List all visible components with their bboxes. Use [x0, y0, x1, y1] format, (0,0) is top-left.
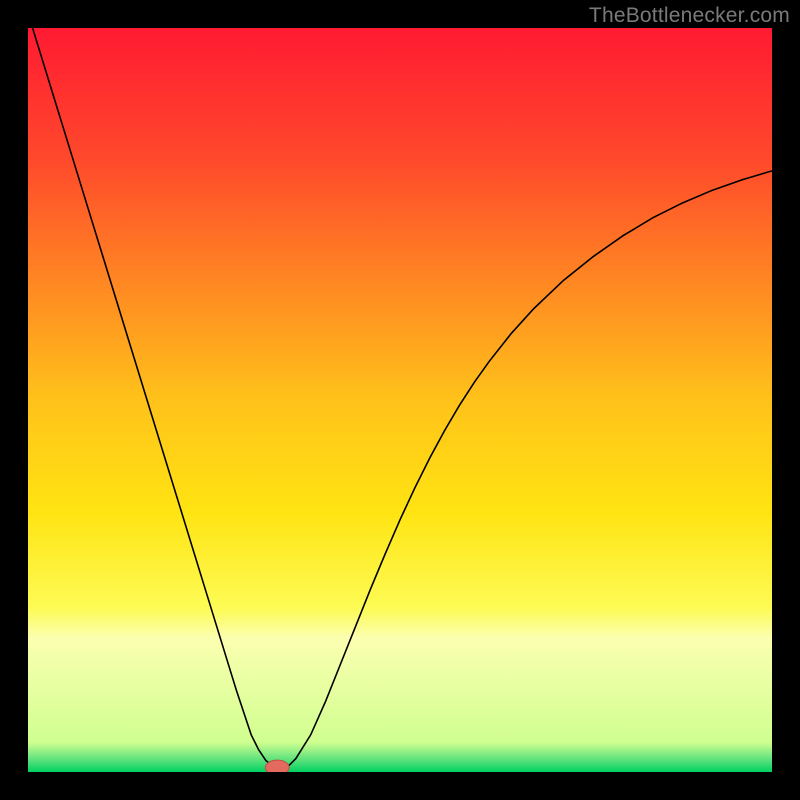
chart-background — [28, 28, 772, 772]
watermark-text: TheBottlenecker.com — [589, 4, 790, 28]
bottleneck-chart — [28, 28, 772, 772]
optimal-marker — [265, 760, 289, 772]
chart-container — [28, 28, 772, 772]
